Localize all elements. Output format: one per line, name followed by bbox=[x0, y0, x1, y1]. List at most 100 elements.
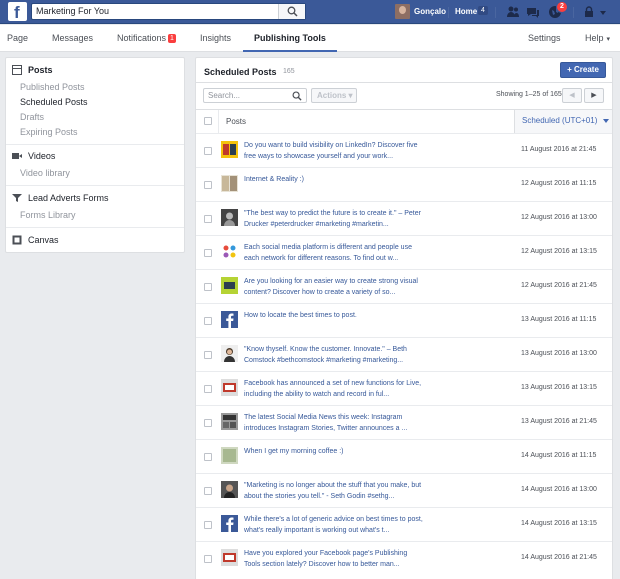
sidebar-item-canvas[interactable]: Canvas bbox=[12, 233, 59, 247]
row-checkbox[interactable] bbox=[204, 419, 212, 427]
post-text-link[interactable]: Are you looking for an easier way to cre… bbox=[244, 276, 424, 298]
row-checkbox[interactable] bbox=[204, 181, 212, 189]
select-all-checkbox[interactable] bbox=[204, 117, 212, 125]
posts-column-header[interactable]: Posts bbox=[226, 117, 246, 126]
table-row[interactable]: Are you looking for an easier way to cre… bbox=[196, 269, 612, 303]
tab-page[interactable]: Page bbox=[7, 25, 28, 52]
table-row[interactable]: How to locate the best times to post. 13 … bbox=[196, 303, 612, 337]
create-post-button[interactable]: + Create bbox=[560, 62, 606, 78]
table-row[interactable]: The latest Social Media News this week: … bbox=[196, 405, 612, 439]
row-checkbox[interactable] bbox=[204, 555, 212, 563]
row-checkbox[interactable] bbox=[204, 249, 212, 257]
scheduled-date: 12 August 2016 at 13:00 bbox=[521, 214, 597, 221]
next-page-button[interactable]: ▶ bbox=[584, 88, 604, 103]
friend-requests-icon[interactable] bbox=[506, 5, 520, 19]
sidebar-item-videos[interactable]: Videos bbox=[12, 149, 55, 163]
post-text-link[interactable]: Each social media platform is different … bbox=[244, 242, 424, 264]
messages-icon[interactable] bbox=[526, 5, 540, 19]
table-row[interactable]: Have you explored your Facebook page's P… bbox=[196, 541, 612, 575]
sidebar-item-scheduled-posts[interactable]: Scheduled Posts bbox=[20, 97, 88, 107]
post-text-link[interactable]: How to locate the best times to post. bbox=[244, 310, 424, 321]
sidebar-item-drafts[interactable]: Drafts bbox=[20, 112, 44, 122]
row-checkbox[interactable] bbox=[204, 351, 212, 359]
post-text-link[interactable]: "Know thyself. Know the customer. Innova… bbox=[244, 344, 424, 366]
facebook-logo-letter: f bbox=[14, 3, 20, 22]
table-row[interactable]: Do you want to build visibility on Linke… bbox=[196, 133, 612, 167]
sidebar-item-lead-adverts-forms[interactable]: Lead Adverts Forms bbox=[12, 191, 109, 205]
lock-icon[interactable] bbox=[582, 5, 596, 19]
home-count-badge: 4 bbox=[478, 6, 488, 15]
search-button[interactable] bbox=[278, 4, 305, 19]
table-row[interactable]: When I get my morning coffee :) 14 August… bbox=[196, 439, 612, 473]
sidebar-item-label: Videos bbox=[28, 151, 56, 161]
posts-search-input[interactable] bbox=[208, 90, 288, 101]
tab-publishing-tools[interactable]: Publishing Tools bbox=[243, 25, 337, 52]
posts-icon bbox=[12, 65, 22, 75]
post-thumbnail bbox=[221, 515, 238, 532]
tab-insights[interactable]: Insights bbox=[200, 25, 231, 52]
tab-help[interactable]: Help ▾ bbox=[585, 25, 610, 52]
scheduled-column-header[interactable]: Scheduled (UTC+01) bbox=[514, 110, 612, 133]
row-checkbox[interactable] bbox=[204, 453, 212, 461]
row-checkbox[interactable] bbox=[204, 487, 212, 495]
previous-page-button[interactable]: ◀ bbox=[562, 88, 582, 103]
scheduled-date: 14 August 2016 at 13:15 bbox=[521, 520, 597, 527]
tab-settings-label: Settings bbox=[528, 33, 561, 43]
post-text-link[interactable]: While there's a lot of generic advice on… bbox=[244, 514, 424, 536]
post-text-link[interactable]: Do you want to build visibility on Linke… bbox=[244, 140, 424, 162]
table-row[interactable]: Facebook has announced a set of new func… bbox=[196, 371, 612, 405]
chevron-down-icon: ▾ bbox=[606, 36, 611, 43]
tab-notifications[interactable]: Notifications 1 bbox=[117, 25, 176, 52]
publishing-tools-sidebar: Posts Published Posts Scheduled Posts Dr… bbox=[5, 57, 185, 253]
post-text-link[interactable]: "Marketing is no longer about the stuff … bbox=[244, 480, 424, 502]
post-text-link[interactable]: Have you explored your Facebook page's P… bbox=[244, 548, 424, 570]
post-text-link[interactable]: When I get my morning coffee :) bbox=[244, 446, 424, 457]
row-checkbox[interactable] bbox=[204, 521, 212, 529]
table-row[interactable]: Internet & Reality :) 12 August 2016 at 1… bbox=[196, 167, 612, 201]
actions-dropdown[interactable]: Actions ▾ bbox=[311, 88, 357, 103]
row-checkbox[interactable] bbox=[204, 283, 212, 291]
sidebar-item-label: Lead Adverts Forms bbox=[28, 193, 109, 203]
post-thumbnail bbox=[221, 243, 238, 260]
sidebar-item-video-library[interactable]: Video library bbox=[20, 168, 70, 178]
post-text-link[interactable]: "The best way to predict the future is t… bbox=[244, 208, 424, 230]
post-thumbnail bbox=[221, 141, 238, 158]
home-link[interactable]: Home bbox=[455, 7, 477, 16]
scheduled-count: 165 bbox=[283, 68, 295, 75]
table-row[interactable]: "Know thyself. Know the customer. Innova… bbox=[196, 337, 612, 371]
divider bbox=[495, 7, 496, 18]
post-text-link[interactable]: Internet & Reality :) bbox=[244, 174, 424, 185]
row-checkbox[interactable] bbox=[204, 385, 212, 393]
account-menu-chevron-down-icon[interactable] bbox=[598, 5, 608, 19]
scheduled-posts-panel: Scheduled Posts 165 + Create Actions ▾ S… bbox=[195, 57, 613, 579]
table-row[interactable]: Each social media platform is different … bbox=[196, 235, 612, 269]
tab-settings[interactable]: Settings bbox=[528, 25, 561, 52]
table-row[interactable]: While there's a lot of generic advice on… bbox=[196, 507, 612, 541]
scheduled-date: 14 August 2016 at 13:00 bbox=[521, 486, 597, 493]
facebook-logo-icon[interactable]: f bbox=[8, 2, 27, 22]
row-checkbox[interactable] bbox=[204, 147, 212, 155]
table-row[interactable]: "Marketing is no longer about the stuff … bbox=[196, 473, 612, 507]
post-thumbnail bbox=[221, 379, 238, 396]
post-thumbnail bbox=[221, 549, 238, 566]
post-text-link[interactable]: The latest Social Media News this week: … bbox=[244, 412, 424, 434]
notifications-badge: 2 bbox=[556, 1, 568, 13]
sidebar-item-forms-library[interactable]: Forms Library bbox=[20, 210, 76, 220]
post-thumbnail bbox=[221, 209, 238, 226]
scheduled-date: 13 August 2016 at 11:15 bbox=[521, 316, 597, 323]
page-title: Scheduled Posts bbox=[204, 67, 277, 77]
post-thumbnail bbox=[221, 413, 238, 430]
sidebar-item-posts[interactable]: Posts bbox=[12, 63, 53, 77]
row-checkbox[interactable] bbox=[204, 215, 212, 223]
scheduled-date: 13 August 2016 at 21:45 bbox=[521, 418, 597, 425]
posts-search-field[interactable] bbox=[203, 88, 307, 103]
tab-messages[interactable]: Messages bbox=[52, 25, 93, 52]
post-text-link[interactable]: Facebook has announced a set of new func… bbox=[244, 378, 424, 400]
sidebar-item-expiring-posts[interactable]: Expiring Posts bbox=[20, 127, 78, 137]
tab-messages-label: Messages bbox=[52, 33, 94, 43]
sidebar-item-published-posts[interactable]: Published Posts bbox=[20, 82, 85, 92]
scheduled-date: 12 August 2016 at 13:15 bbox=[521, 248, 597, 255]
row-checkbox[interactable] bbox=[204, 317, 212, 325]
table-row[interactable]: "The best way to predict the future is t… bbox=[196, 201, 612, 235]
global-search-input[interactable]: Marketing For You bbox=[31, 3, 306, 20]
